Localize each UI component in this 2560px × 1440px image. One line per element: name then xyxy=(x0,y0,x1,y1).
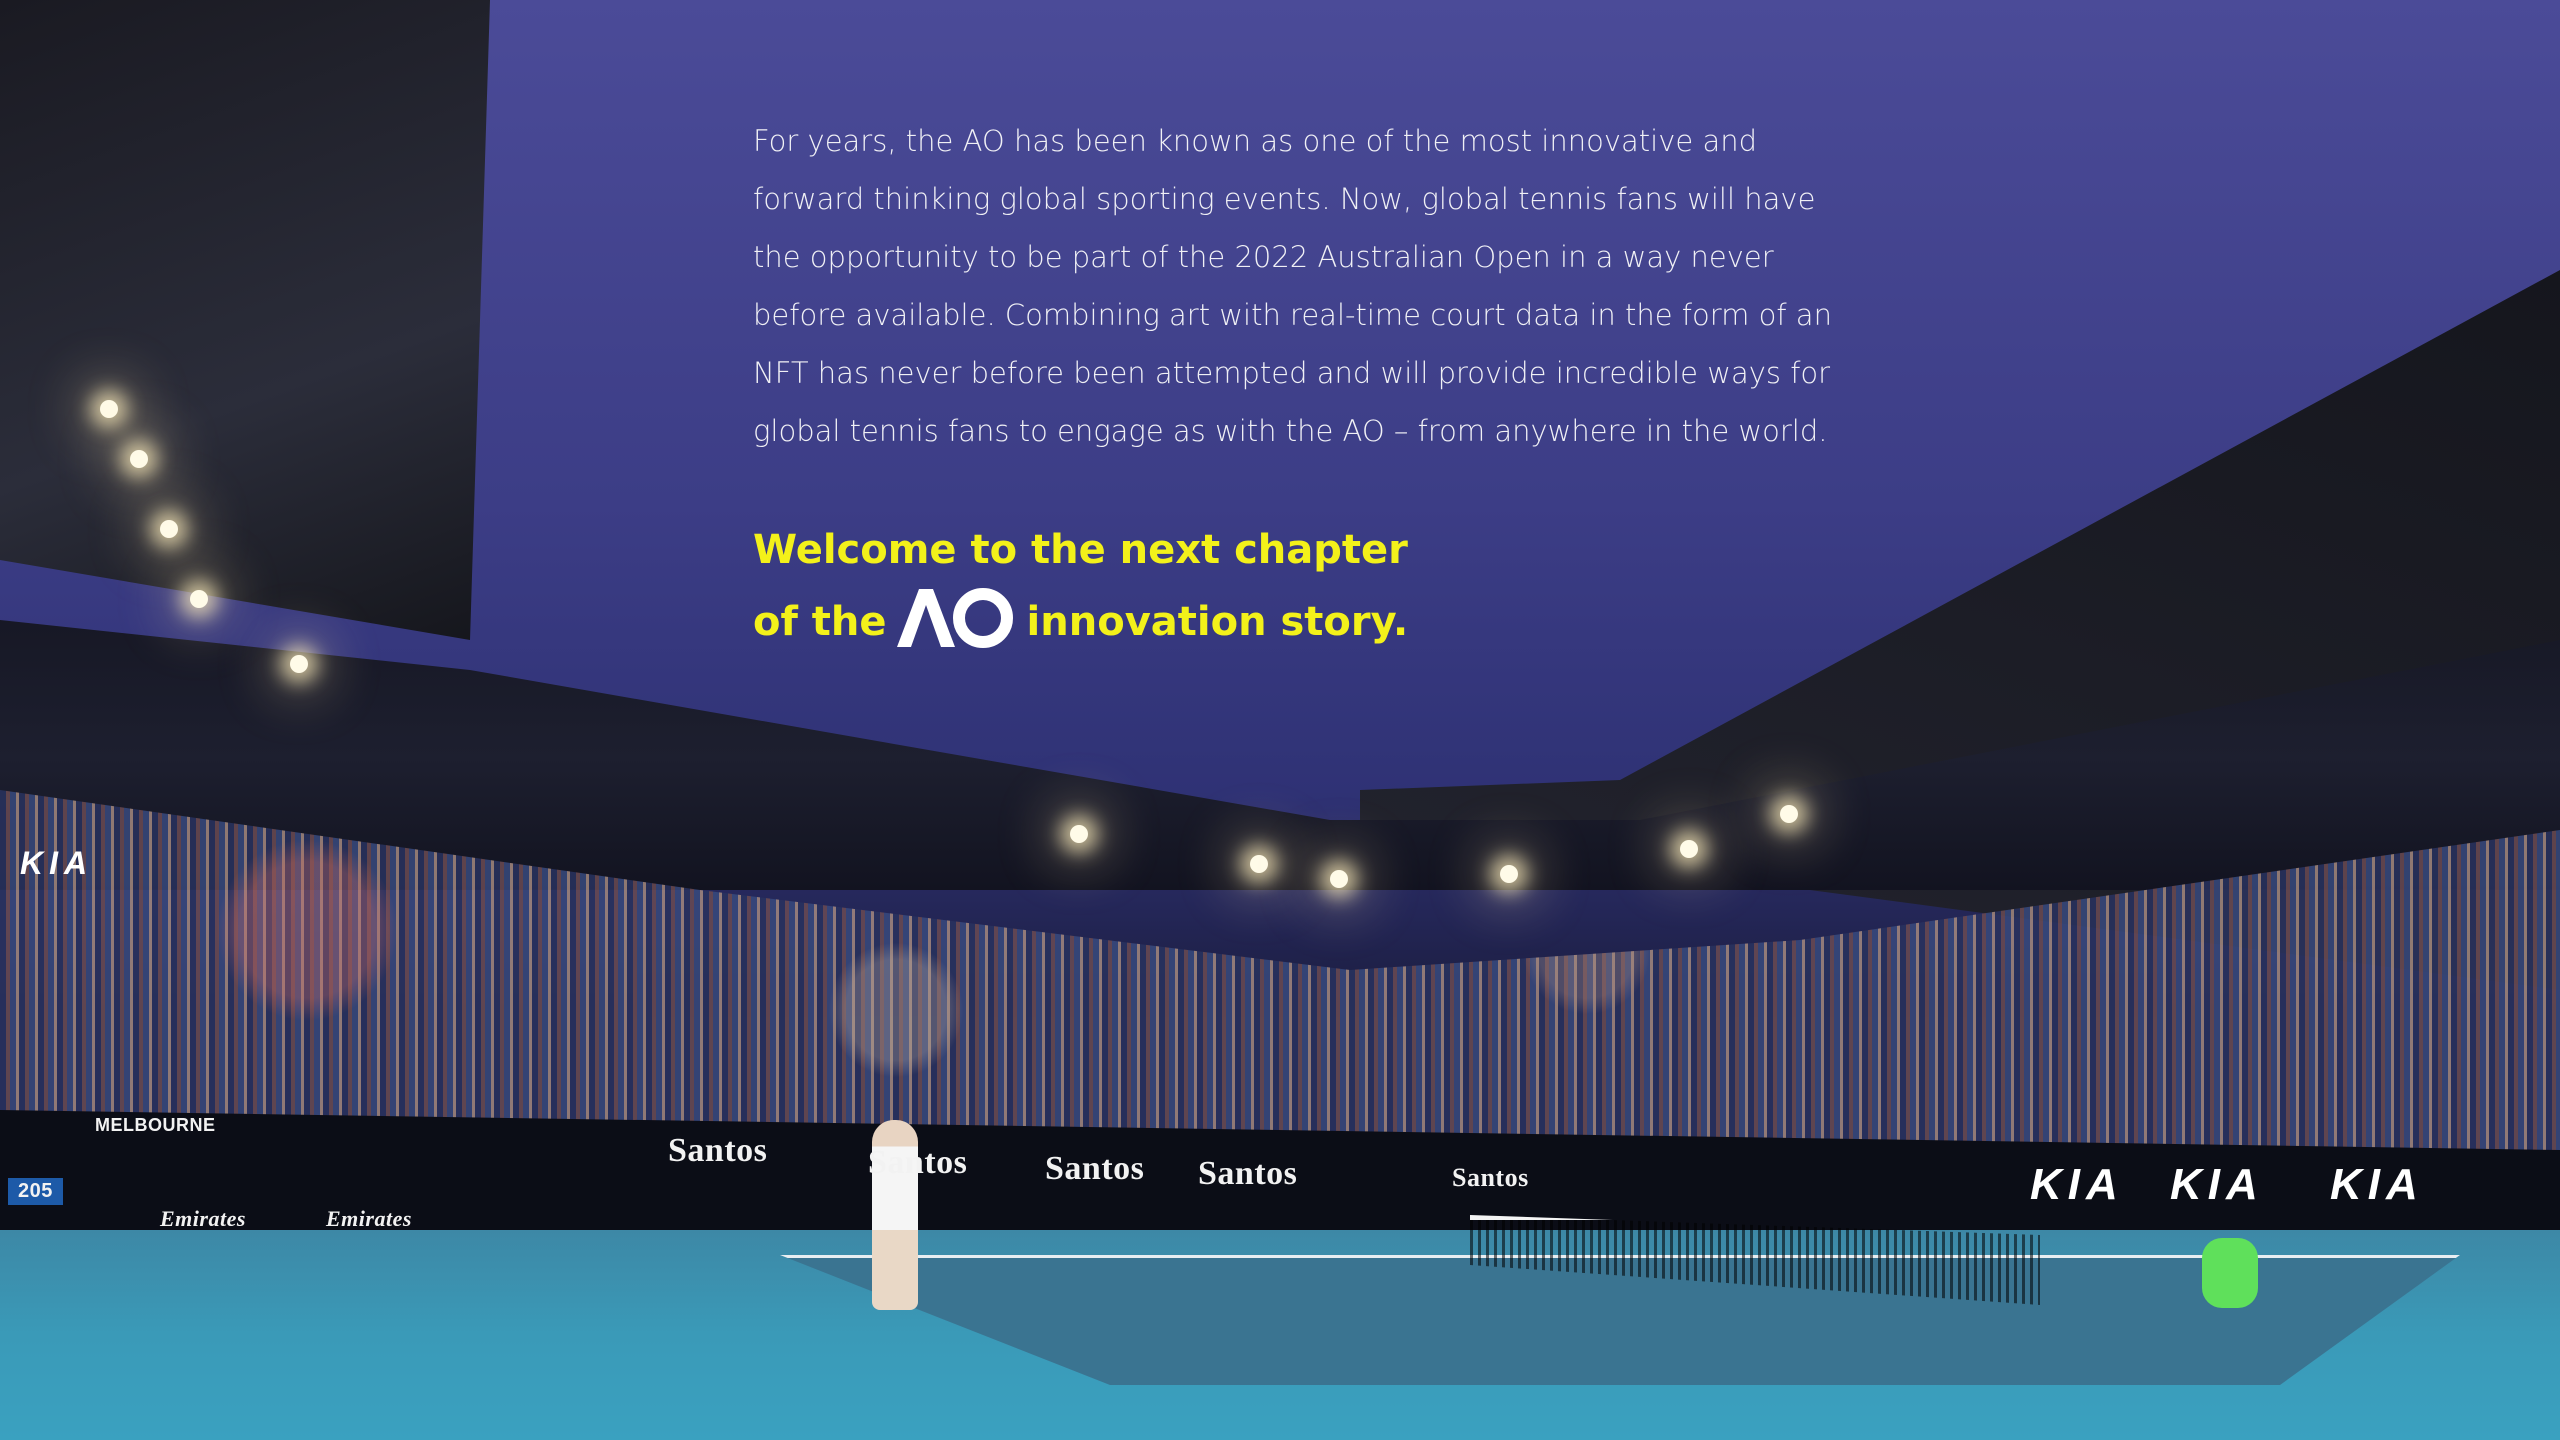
floodlight xyxy=(1250,855,1268,873)
sponsor-kia: KIA xyxy=(2330,1160,2424,1209)
floodlight xyxy=(1070,825,1088,843)
headline-line-1: Welcome to the next chapter xyxy=(753,527,1408,573)
sponsor-santos: Santos xyxy=(1045,1150,1145,1187)
floodlight xyxy=(1330,870,1348,888)
floodlight xyxy=(100,400,118,418)
sponsor-kia: KIA xyxy=(2030,1160,2124,1209)
sponsor-santos: Santos xyxy=(668,1132,768,1169)
serve-speed-board: 205 xyxy=(8,1178,63,1205)
sponsor-santos: Santos xyxy=(1198,1155,1298,1192)
floodlight xyxy=(1680,840,1698,858)
sponsor-kia: KIA xyxy=(2170,1160,2264,1209)
sponsor-santos: Santos xyxy=(868,1144,968,1181)
headline: Welcome to the next chapter of the innova… xyxy=(753,514,1408,658)
sponsor-santos: Santos xyxy=(1452,1163,1529,1192)
floodlight xyxy=(290,655,308,673)
floodlight xyxy=(160,520,178,538)
left-roof xyxy=(0,0,490,640)
floodlight xyxy=(190,590,208,608)
melbourne-logo: MELBOURNE xyxy=(95,1115,216,1135)
headline-prefix: of the xyxy=(753,599,887,645)
sponsor-kia: KIA xyxy=(20,845,94,881)
ao-logo-icon xyxy=(896,587,1013,649)
floodlight xyxy=(1780,805,1798,823)
intro-paragraph: For years, the AO has been known as one … xyxy=(753,124,1832,448)
sponsor-emirates: Emirates xyxy=(326,1206,412,1231)
floodlight xyxy=(1500,865,1518,883)
headline-line-2: of the innovation story. xyxy=(753,586,1408,658)
headline-suffix: innovation story. xyxy=(1026,599,1409,645)
sponsor-emirates: Emirates xyxy=(160,1206,246,1231)
floodlight xyxy=(130,450,148,468)
ball-kid xyxy=(2202,1238,2258,1308)
